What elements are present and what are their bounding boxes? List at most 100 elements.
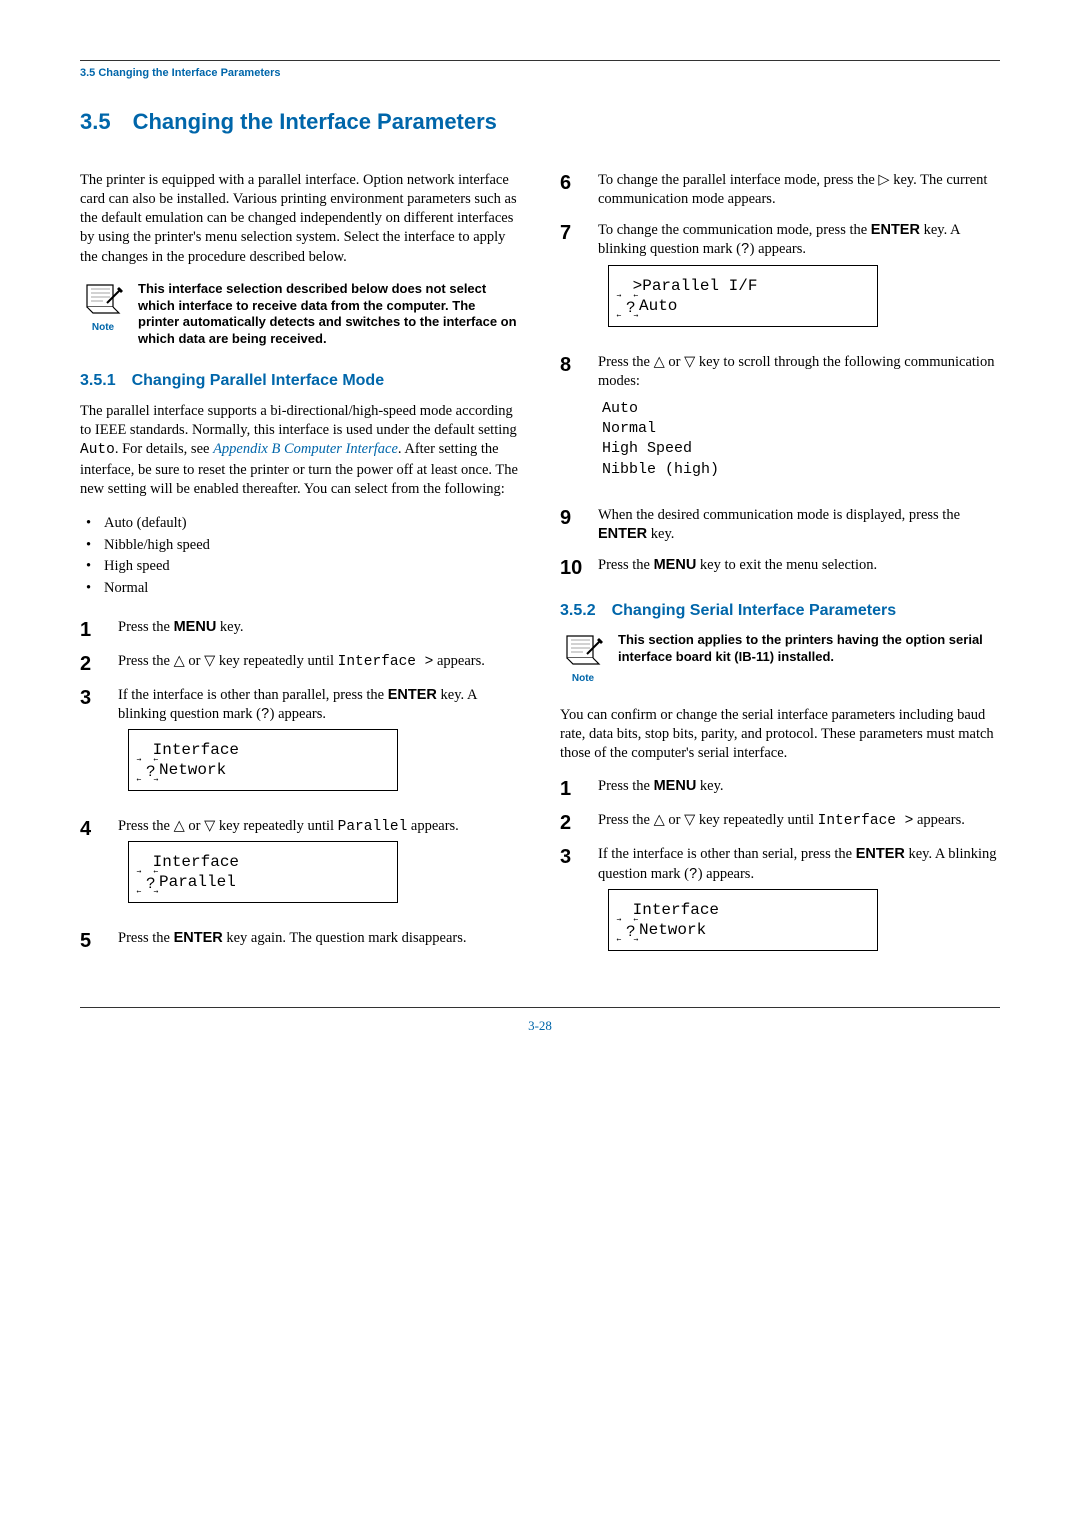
step-body: To change the communication mode, press … [598, 221, 1000, 340]
text: key repeatedly until [215, 818, 337, 834]
list-item: Auto (default) [80, 513, 520, 535]
text: appears. [433, 653, 485, 669]
intro-paragraph: The printer is equipped with a parallel … [80, 171, 520, 267]
step-number: 2 [560, 811, 584, 833]
lcd-display: Interface ↘↙?↗↖ Parallel [128, 841, 398, 903]
step-number: 4 [80, 817, 104, 917]
text: Press the [118, 653, 174, 669]
note-icon [83, 281, 123, 315]
step-number: 7 [560, 221, 584, 340]
text: . For details, see [115, 441, 213, 457]
lcd-display: Interface ↘↙?↗↖ Network [128, 729, 398, 791]
text: key. [647, 526, 674, 542]
text: key again. The question mark disappears. [223, 930, 467, 946]
text: or [665, 354, 684, 370]
step-1: 1 Press the MENU key. [80, 618, 520, 640]
step-8: 8 Press the △ or ▽ key to scroll through… [560, 353, 1000, 494]
text: or [185, 653, 204, 669]
text: If the interface is other than parallel,… [118, 687, 388, 703]
text: Press the [118, 619, 174, 635]
text: appears. [407, 818, 459, 834]
text: ) appears. [270, 706, 326, 722]
step-number: 2 [80, 652, 104, 674]
lcd-text: Interface [633, 900, 719, 920]
step-body: Press the △ or ▽ key repeatedly until In… [598, 811, 1000, 833]
list-item: High speed [80, 556, 520, 578]
triangle-up-icon: △ [654, 354, 665, 370]
inline-code: ? [261, 707, 270, 723]
step-body: Press the ENTER key again. The question … [118, 929, 520, 951]
blink-marker: ↘↙?↗↖ [143, 872, 159, 892]
subsection-3-5-1: 3.5.1 Changing Parallel Interface Mode [80, 372, 520, 390]
step-b3: 3 If the interface is other than serial,… [560, 845, 1000, 964]
step-body: If the interface is other than parallel,… [118, 686, 520, 805]
text: To change the communication mode, press … [598, 222, 871, 238]
step-7: 7 To change the communication mode, pres… [560, 221, 1000, 340]
list-item: Normal [80, 578, 520, 600]
lcd-text: Auto [639, 296, 677, 316]
step-number: 9 [560, 506, 584, 544]
lcd-text: Parallel [159, 872, 236, 892]
text: When the desired communication mode is d… [598, 507, 960, 523]
step-number: 5 [80, 929, 104, 951]
step-body: Press the △ or ▽ key to scroll through t… [598, 353, 1000, 494]
text: key. [216, 619, 243, 635]
two-columns: The printer is equipped with a parallel … [80, 171, 1000, 977]
step-number: 1 [80, 618, 104, 640]
text: If the interface is other than serial, p… [598, 846, 856, 862]
text: Press the [598, 557, 654, 573]
lcd-display: >Parallel I/F ↘↙?↗↖ Auto [608, 265, 878, 327]
section-title: 3.5 Changing the Interface Parameters [80, 109, 1000, 135]
text: key. [696, 778, 723, 794]
column-right: 6 To change the parallel interface mode,… [560, 171, 1000, 977]
inline-code: Interface > [818, 813, 914, 829]
appendix-link[interactable]: Appendix B Computer Interface [213, 441, 398, 457]
lcd-line: ↘↙?↗↖ Network [143, 760, 383, 780]
note-label: Note [80, 322, 126, 333]
step-4: 4 Press the △ or ▽ key repeatedly until … [80, 817, 520, 917]
text: key repeatedly until [695, 812, 817, 828]
inline-code: Interface > [338, 654, 434, 670]
key-enter: ENTER [856, 846, 905, 862]
lcd-line: >Parallel I/F [623, 276, 863, 296]
bullet-list: Auto (default) Nibble/high speed High sp… [80, 513, 520, 600]
code-block: Auto Normal High Speed Nibble (high) [598, 399, 1000, 480]
column-left: The printer is equipped with a parallel … [80, 171, 520, 977]
page: 3.5 Changing the Interface Parameters 3.… [0, 0, 1080, 1074]
text: ) appears. [698, 866, 754, 882]
note-block: Note This section applies to the printer… [560, 632, 1000, 684]
lcd-line: ↘↙?↗↖ Parallel [143, 872, 383, 892]
step-5: 5 Press the ENTER key again. The questio… [80, 929, 520, 951]
text: To change the parallel interface mode, p… [598, 172, 878, 188]
step-3: 3 If the interface is other than paralle… [80, 686, 520, 805]
lcd-text: Network [159, 760, 226, 780]
para-3-5-2: You can confirm or change the serial int… [560, 706, 1000, 763]
text: ) appears. [750, 241, 806, 257]
triangle-up-icon: △ [174, 653, 185, 669]
note-icon-wrap: Note [80, 281, 126, 333]
step-2: 2 Press the △ or ▽ key repeatedly until … [80, 652, 520, 674]
para-3-5-1: The parallel interface supports a bi-dir… [80, 402, 520, 499]
text: key to exit the menu selection. [696, 557, 877, 573]
step-body: When the desired communication mode is d… [598, 506, 1000, 544]
lcd-line: Interface [143, 852, 383, 872]
subsection-3-5-2: 3.5.2 Changing Serial Interface Paramete… [560, 602, 1000, 620]
key-enter: ENTER [388, 687, 437, 703]
inline-code: ? [689, 867, 698, 883]
lcd-line: ↘↙?↗↖ Network [623, 920, 863, 940]
page-number: 3-28 [80, 1008, 1000, 1034]
step-number: 6 [560, 171, 584, 209]
step-9: 9 When the desired communication mode is… [560, 506, 1000, 544]
step-number: 3 [560, 845, 584, 964]
note-text: This interface selection described below… [138, 281, 520, 349]
text: Press the [118, 930, 174, 946]
step-b1: 1 Press the MENU key. [560, 777, 1000, 799]
lcd-display: Interface ↘↙?↗↖ Network [608, 889, 878, 951]
lcd-line: ↘↙?↗↖ Auto [623, 296, 863, 316]
step-body: Press the MENU key to exit the menu sele… [598, 556, 1000, 578]
text: or [185, 818, 204, 834]
triangle-right-icon: ▷ [878, 172, 889, 188]
text: The parallel interface supports a bi-dir… [80, 403, 517, 438]
key-enter: ENTER [598, 526, 647, 542]
step-body: Press the MENU key. [598, 777, 1000, 799]
